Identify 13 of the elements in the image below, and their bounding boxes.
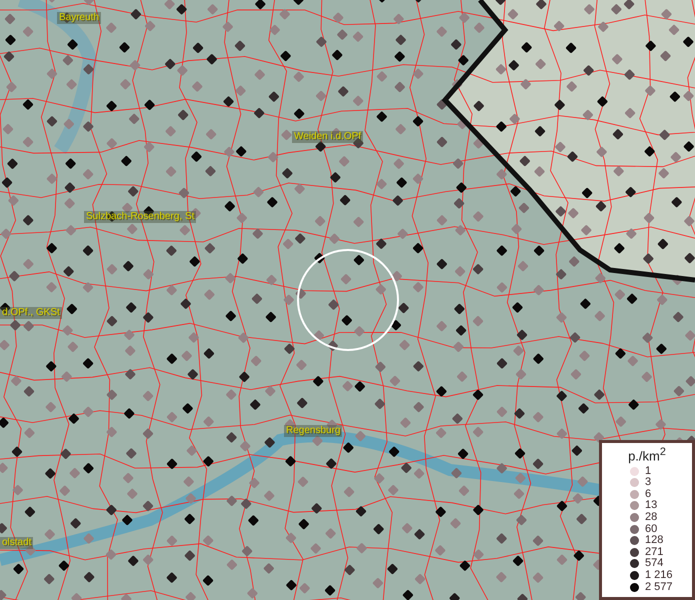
legend-title: p./km$^{2}$: [628, 445, 666, 464]
legend-label: 2 577: [645, 582, 673, 593]
legend-label: 271: [645, 546, 664, 558]
legend-label: 3: [645, 477, 652, 488]
legend-label: 128: [645, 535, 664, 546]
place-label: Bayreuth: [57, 12, 102, 24]
legend-label: 6: [645, 488, 652, 500]
legend-label: 1 216: [645, 570, 673, 581]
legend-label: 28: [645, 512, 658, 523]
legend-label: 60: [645, 524, 658, 535]
legend-label: 1: [645, 466, 652, 477]
legend-label: 13: [645, 500, 658, 512]
legend-label: 574: [645, 558, 664, 570]
